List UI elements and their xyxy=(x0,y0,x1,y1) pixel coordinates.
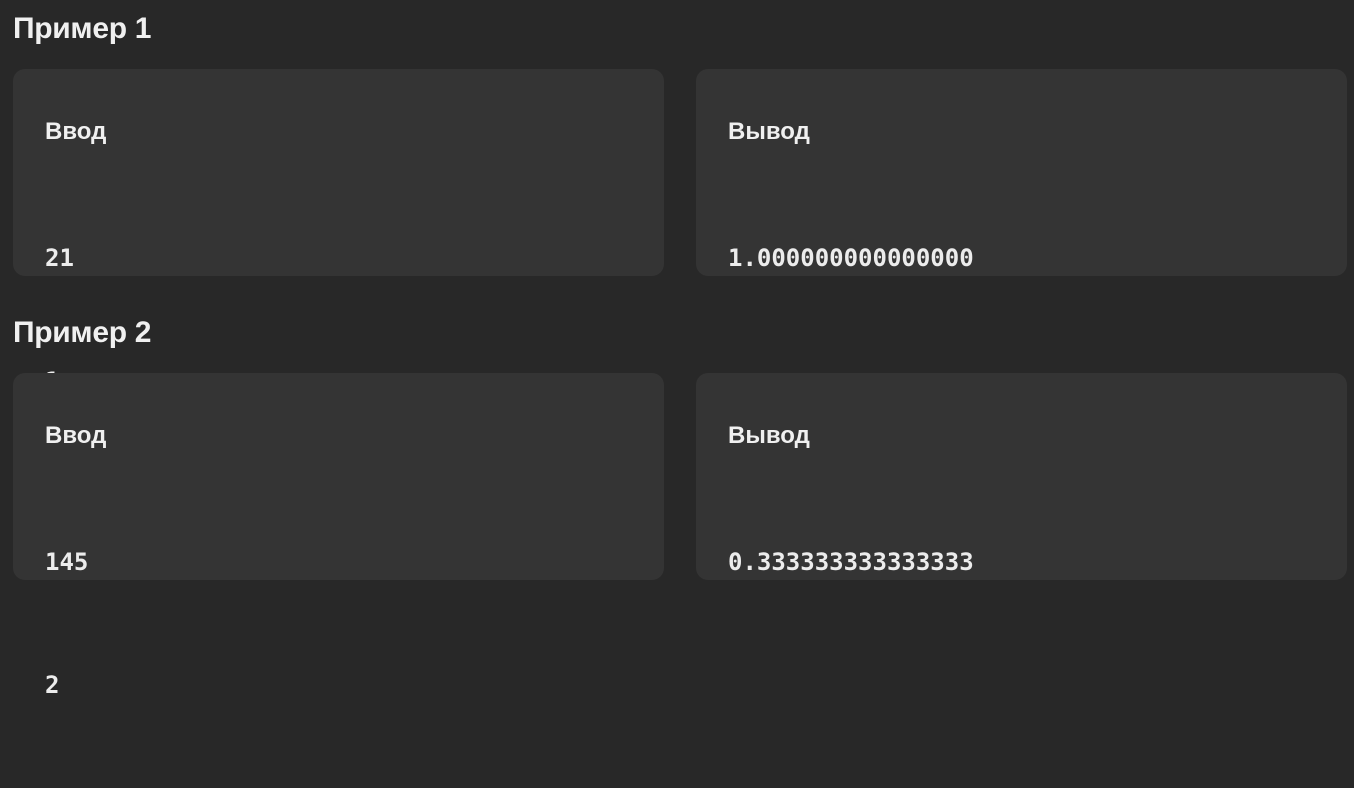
output-heading: Вывод xyxy=(728,422,810,449)
output-line: 1.000000000000000 xyxy=(728,244,974,272)
output-content[interactable]: 0.333333333333333 xyxy=(728,460,1315,665)
input-line: 2 xyxy=(45,671,60,699)
output-content[interactable]: 1.000000000000000 xyxy=(728,156,1315,361)
input-line: 21 xyxy=(45,244,74,272)
example-2-output-card: Вывод 0.333333333333333 xyxy=(696,373,1347,580)
example-1-title: Пример 1 xyxy=(13,12,152,45)
output-line: 0.333333333333333 xyxy=(728,548,974,576)
input-heading: Ввод xyxy=(45,118,107,145)
input-heading: Ввод xyxy=(45,422,107,449)
example-2-input-card: Ввод 145 2 xyxy=(13,373,664,699)
input-content[interactable]: 145 2 xyxy=(45,460,632,788)
example-1-output-card: Вывод 1.000000000000000 xyxy=(696,69,1347,276)
example-2-title: Пример 2 xyxy=(13,316,152,349)
example-1-input-card: Ввод 21 1 xyxy=(13,69,664,395)
input-line: 145 xyxy=(45,548,89,576)
output-heading: Вывод xyxy=(728,118,810,145)
